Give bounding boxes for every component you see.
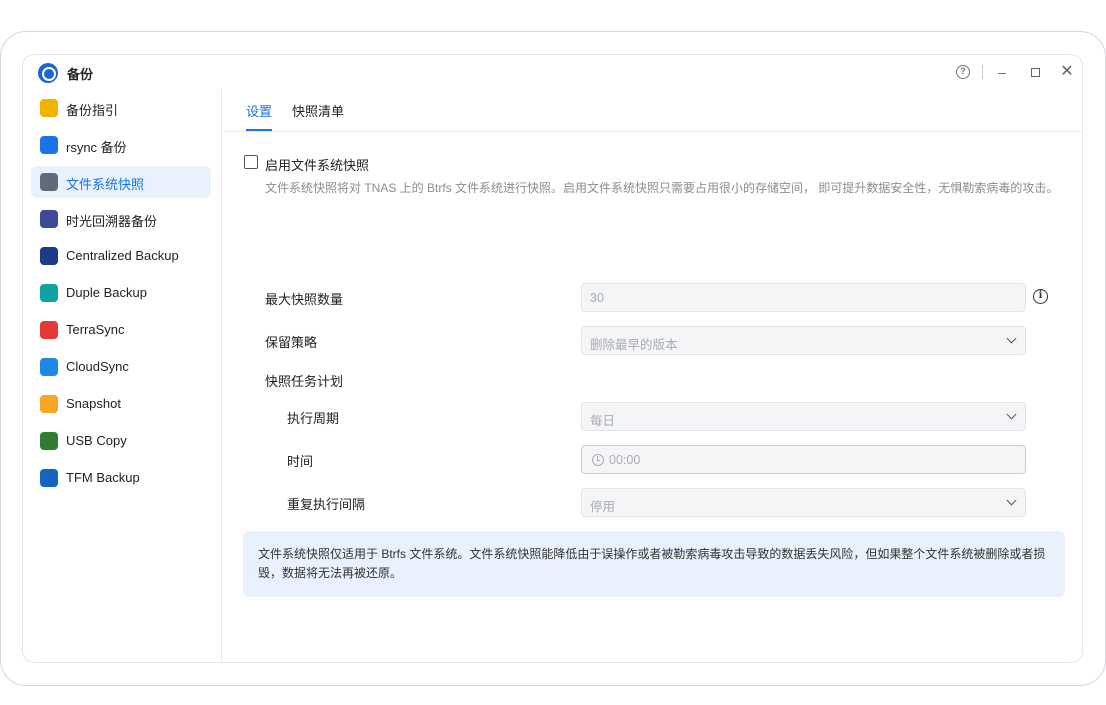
tab-settings[interactable]: 设置: [246, 101, 272, 120]
sidebar-item-8[interactable]: Snapshot: [31, 388, 211, 420]
chevron-down-icon: [1006, 495, 1017, 506]
sidebar-item-label: 备份指引: [66, 103, 119, 118]
centralized-backup-icon: [40, 247, 58, 265]
tab-bar: 设置 快照清单: [223, 89, 1082, 132]
time-value: 00:00: [609, 453, 641, 467]
retention-value: 删除最早的版本: [590, 338, 678, 352]
sidebar-item-10[interactable]: TFM Backup: [31, 462, 211, 494]
sidebar-item-3[interactable]: 时光回溯器备份: [31, 203, 211, 235]
schedule-label: 快照任务计划: [265, 374, 344, 389]
notice-box: 文件系统快照仅适用于 Btrfs 文件系统。文件系统快照能降低由于误操作或者被勒…: [243, 531, 1065, 597]
snapshot-doc-icon: [40, 173, 58, 191]
sidebar-item-label: rsync 备份: [66, 140, 127, 155]
snapshot-description: 文件系统快照将对 TNAS 上的 Btrfs 文件系统进行快照。启用文件系统快照…: [265, 181, 1059, 195]
enable-snapshot-checkbox[interactable]: [244, 155, 258, 169]
cloudsync-icon: [40, 358, 58, 376]
sidebar-item-0[interactable]: 备份指引: [31, 92, 211, 124]
max-snapshots-label: 最大快照数量: [265, 292, 344, 307]
sidebar-item-7[interactable]: CloudSync: [31, 351, 211, 383]
snapshot-icon: [40, 395, 58, 413]
terrasync-icon: [40, 321, 58, 339]
retention-select[interactable]: 删除最早的版本: [581, 326, 1026, 355]
cycle-select[interactable]: 每日: [581, 402, 1026, 431]
close-icon[interactable]: ✕: [1058, 63, 1076, 81]
max-snapshots-input[interactable]: 30: [581, 283, 1026, 312]
help-icon[interactable]: ?: [956, 65, 970, 79]
cycle-value: 每日: [590, 414, 616, 428]
tfm-backup-icon: [40, 469, 58, 487]
usb-copy-icon: [40, 432, 58, 450]
title-bar: 备份 ? – ✕: [23, 55, 1082, 89]
duple-backup-icon: [40, 284, 58, 302]
main-panel: 设置 快照清单 启用文件系统快照 文件系统快照将对 TNAS 上的 Btrfs …: [223, 89, 1082, 662]
sidebar-item-5[interactable]: Duple Backup: [31, 277, 211, 309]
chevron-down-icon: [1006, 409, 1017, 420]
retention-label: 保留策略: [265, 335, 318, 350]
sidebar-item-4[interactable]: Centralized Backup: [31, 240, 211, 272]
sidebar-item-1[interactable]: rsync 备份: [31, 129, 211, 161]
enable-snapshot-label: 启用文件系统快照: [265, 158, 370, 173]
sidebar-item-label: TerraSync: [66, 322, 125, 337]
time-label: 时间: [287, 454, 314, 469]
rsync-icon: [40, 136, 58, 154]
sidebar-item-label: 文件系统快照: [66, 177, 145, 192]
sidebar-item-label: Duple Backup: [66, 285, 147, 300]
active-tab-indicator: [246, 129, 272, 131]
sidebar: 备份指引 rsync 备份文件系统快照 时光回溯器备份 Centralized Bac…: [23, 89, 222, 662]
interval-value: 停用: [590, 500, 616, 514]
time-machine-icon: [40, 210, 58, 228]
backup-app-icon: [38, 63, 58, 83]
interval-label: 重复执行间隔: [287, 497, 366, 512]
max-snapshots-value: 30: [590, 291, 604, 305]
sidebar-item-6[interactable]: TerraSync: [31, 314, 211, 346]
sidebar-item-label: Snapshot: [66, 396, 121, 411]
sidebar-item-2[interactable]: 文件系统快照: [31, 166, 211, 198]
interval-select[interactable]: 停用: [581, 488, 1026, 517]
app-window: 备份 ? – ✕ 备份指引 rsync 备份文件系统快照 时光回溯器备份 Centra…: [22, 54, 1083, 663]
window-title: 备份: [67, 67, 94, 82]
sidebar-item-label: 时光回溯器备份: [66, 214, 158, 229]
maximize-icon[interactable]: [1026, 63, 1044, 81]
sidebar-item-label: CloudSync: [66, 359, 129, 374]
sidebar-item-label: TFM Backup: [66, 470, 140, 485]
info-icon[interactable]: i: [1033, 289, 1048, 304]
chevron-down-icon: [1006, 333, 1017, 344]
minimize-icon[interactable]: –: [993, 63, 1011, 81]
cycle-label: 执行周期: [287, 411, 340, 426]
sidebar-item-9[interactable]: USB Copy: [31, 425, 211, 457]
guide-icon: [40, 99, 58, 117]
sidebar-item-label: USB Copy: [66, 433, 127, 448]
titlebar-divider: [982, 65, 983, 79]
clock-icon: [592, 454, 604, 466]
tab-snapshot-list[interactable]: 快照清单: [292, 101, 344, 120]
time-picker[interactable]: 00:00: [581, 445, 1026, 474]
sidebar-item-label: Centralized Backup: [66, 248, 179, 263]
